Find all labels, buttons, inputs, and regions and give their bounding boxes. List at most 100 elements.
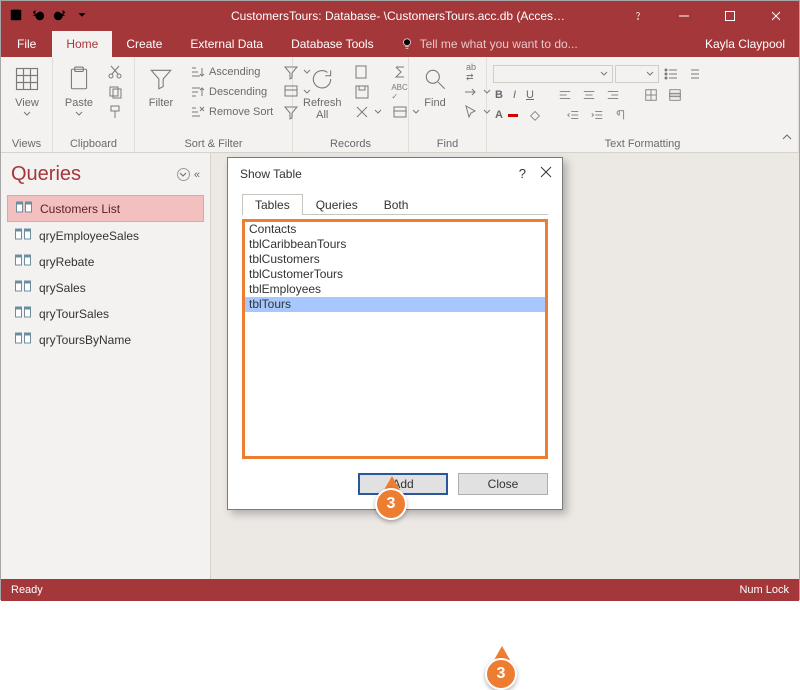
work-area: Show Table ? Tables Queries Both Contact… [211, 153, 799, 579]
list-option[interactable]: tblTours [245, 297, 545, 312]
save-record-button[interactable] [352, 83, 384, 101]
text-direction-button[interactable] [612, 107, 630, 123]
remove-sort-icon [189, 104, 205, 120]
find-button[interactable]: Find [415, 61, 455, 111]
view-button[interactable]: View [7, 61, 47, 119]
gridlines-button[interactable] [642, 87, 660, 103]
funnel-icon [145, 63, 177, 95]
group-views: View Views [1, 57, 53, 152]
quick-access-toolbar [1, 8, 181, 25]
tab-queries[interactable]: Queries [303, 194, 371, 215]
group-label-find: Find [415, 136, 480, 150]
font-color-button[interactable]: A [493, 107, 520, 123]
close-button[interactable] [753, 1, 799, 31]
tab-tables[interactable]: Tables [242, 194, 303, 215]
tables-listbox[interactable]: ContactstblCaribbeanTourstblCustomerstbl… [242, 219, 548, 459]
chevron-down-icon [75, 111, 83, 117]
title-bar: CustomersTours: Database- \CustomersTour… [1, 1, 799, 31]
nav-item-query[interactable]: qrySales [7, 275, 204, 300]
collapse-ribbon-button[interactable] [781, 131, 793, 146]
bullets-button[interactable] [661, 65, 681, 83]
sort-ascending-button[interactable]: Ascending [187, 63, 275, 81]
abc-icon: ABC✓ [392, 84, 408, 100]
navigation-pane: Queries « Customers ListqryEmployeeSales… [1, 153, 211, 579]
tab-home[interactable]: Home [52, 31, 112, 57]
tab-database-tools[interactable]: Database Tools [277, 31, 388, 57]
nav-collapse-icon[interactable]: « [194, 169, 200, 181]
redo-icon[interactable] [53, 8, 67, 25]
remove-sort-button[interactable]: Remove Sort [187, 103, 275, 121]
list-option[interactable]: tblCustomerTours [245, 267, 545, 282]
copy-icon [107, 84, 123, 100]
nav-header: Queries « [5, 159, 206, 194]
nav-item-label: qryToursByName [39, 333, 131, 347]
nav-menu-icon[interactable] [177, 168, 190, 181]
format-painter-button[interactable] [105, 103, 125, 121]
nav-item-query[interactable]: qryRebate [7, 249, 204, 274]
delete-record-button[interactable] [352, 103, 384, 121]
tab-external-data[interactable]: External Data [176, 31, 277, 57]
tab-create[interactable]: Create [112, 31, 176, 57]
minimize-button[interactable] [661, 1, 707, 31]
undo-icon[interactable] [31, 8, 45, 25]
numbered-list-icon [685, 66, 701, 82]
align-center-button[interactable] [580, 87, 598, 103]
nav-item-query[interactable]: Customers List [7, 195, 204, 222]
save-icon [354, 84, 370, 100]
numbering-button[interactable] [683, 65, 703, 83]
dialog-tabs: Tables Queries Both [242, 193, 548, 215]
nav-item-query[interactable]: qryEmployeeSales [7, 223, 204, 248]
font-family-combo[interactable] [493, 65, 613, 83]
underline-button[interactable]: U [524, 87, 536, 103]
add-button[interactable]: Add [358, 473, 448, 495]
dialog-close-button[interactable] [540, 166, 552, 181]
brush-icon [107, 104, 123, 120]
scissors-icon [107, 64, 123, 80]
qat-customize-icon[interactable] [75, 8, 89, 25]
font-size-combo[interactable] [615, 65, 659, 83]
italic-button[interactable]: I [511, 87, 518, 103]
indent-decrease-button[interactable] [564, 107, 582, 123]
fill-color-button[interactable] [526, 107, 544, 123]
group-label-sort-filter: Sort & Filter [141, 136, 286, 150]
tab-file[interactable]: File [1, 31, 52, 57]
refresh-all-button[interactable]: Refresh All [299, 61, 346, 123]
chevron-down-icon [23, 111, 31, 117]
paste-button[interactable]: Paste [59, 61, 99, 119]
alt-row-button[interactable] [666, 87, 684, 103]
tab-both[interactable]: Both [371, 194, 422, 215]
nav-item-query[interactable]: qryTourSales [7, 301, 204, 326]
show-table-dialog: Show Table ? Tables Queries Both Contact… [227, 157, 563, 510]
status-left: Ready [11, 584, 43, 596]
sort-asc-icon [189, 64, 205, 80]
new-record-button[interactable] [352, 63, 384, 81]
dialog-help-button[interactable]: ? [519, 166, 526, 181]
align-right-button[interactable] [604, 87, 622, 103]
bold-button[interactable]: B [493, 87, 505, 103]
list-option[interactable]: tblCaribbeanTours [245, 237, 545, 252]
nav-item-query[interactable]: qryToursByName [7, 327, 204, 352]
query-icon [15, 253, 31, 270]
save-icon[interactable] [9, 8, 23, 25]
indent-increase-button[interactable] [588, 107, 606, 123]
dialog-title: Show Table [240, 167, 302, 181]
group-sort-filter: Filter Ascending Descending Remove Sort … [135, 57, 293, 152]
tell-me-search[interactable]: Tell me what you want to do... [388, 31, 590, 57]
list-option[interactable]: tblCustomers [245, 252, 545, 267]
dialog-titlebar[interactable]: Show Table ? [228, 158, 562, 187]
close-dialog-button[interactable]: Close [458, 473, 548, 495]
sort-descending-button[interactable]: Descending [187, 83, 275, 101]
list-option[interactable]: tblEmployees [245, 282, 545, 297]
maximize-button[interactable] [707, 1, 753, 31]
goto-icon [463, 84, 479, 100]
grid-icon [11, 63, 43, 95]
align-left-button[interactable] [556, 87, 574, 103]
view-label: View [15, 97, 39, 109]
copy-button[interactable] [105, 83, 125, 101]
list-option[interactable]: Contacts [245, 222, 545, 237]
user-name[interactable]: Kayla Claypool [691, 31, 799, 57]
callout-3-close: 3 [484, 646, 518, 690]
cut-button[interactable] [105, 63, 125, 81]
filter-button[interactable]: Filter [141, 61, 181, 111]
help-button[interactable] [615, 1, 661, 31]
